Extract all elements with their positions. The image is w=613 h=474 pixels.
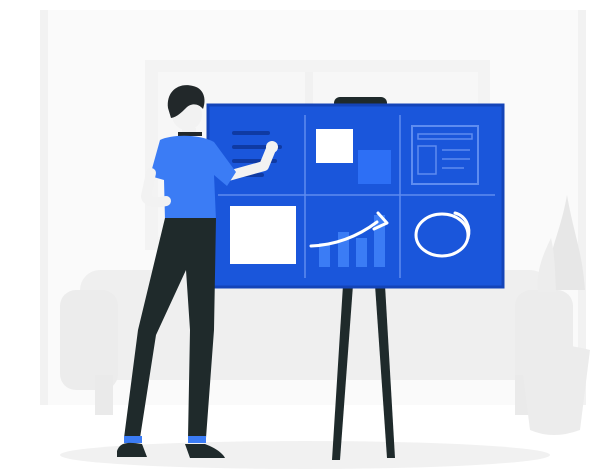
planning-board xyxy=(206,103,505,289)
person-hand xyxy=(266,141,278,153)
sticky-note-blue xyxy=(358,150,391,184)
drawn-bar-3 xyxy=(356,238,367,267)
sofa-leg-left xyxy=(95,375,113,415)
person-collar xyxy=(178,132,202,136)
illustration-stage xyxy=(0,0,613,474)
wall-edge-left xyxy=(40,10,48,405)
sticky-note-white-small xyxy=(316,129,353,163)
text-line-1 xyxy=(232,131,270,135)
sticky-note-white-large xyxy=(230,206,296,264)
person-sock-left xyxy=(124,436,142,443)
planning-illustration xyxy=(40,10,590,469)
plant-pot xyxy=(520,345,590,435)
wall-edge-right xyxy=(578,10,586,405)
person-sock-right xyxy=(188,436,206,443)
